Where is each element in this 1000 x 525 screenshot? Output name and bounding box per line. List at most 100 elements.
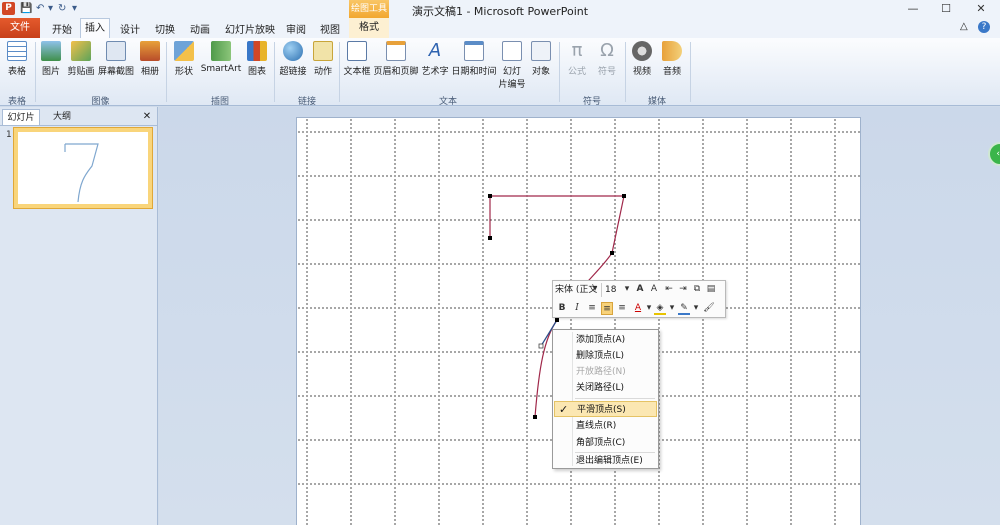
clipart-button[interactable]: 剪贴画 [66,41,96,77]
undo-dropdown-icon[interactable]: ▾ [48,3,53,14]
menu-item-corner-point[interactable]: 角部顶点(C) [554,435,657,451]
menu-item-smooth-point[interactable]: ✓ 平滑顶点(S) [554,401,657,417]
menu-item-straight-point[interactable]: 直线点(R) [554,418,657,434]
vertex-point[interactable] [488,236,492,240]
selected-vertex-point[interactable] [555,318,559,322]
window-title: 演示文稿1 - Microsoft PowerPoint [411,5,589,18]
tangent-handle[interactable] [538,343,544,349]
menu-item-exit-edit-points[interactable]: 退出编辑顶点(E) [554,453,657,469]
equation-button[interactable]: π 公式 [563,41,591,78]
help-icon[interactable]: ? [978,21,990,33]
align-center-icon[interactable]: ≡ [601,302,613,315]
tab-animations[interactable]: 动画 [190,21,210,36]
clipart-icon [71,41,91,61]
font-dropdown-icon[interactable]: ▾ [589,283,601,296]
line-color-icon[interactable]: ✎ [678,302,690,315]
ribbon-insert: 表格 表格 图片 剪贴画 屏幕截图 相册 图像 形状 SmartArt 图表 插… [0,38,1000,107]
align-right-icon[interactable]: ≡ [616,302,628,315]
slide-thumbnail-number: 1 [6,130,12,140]
increase-indent-icon[interactable]: ⇥ [677,283,689,296]
picture-button[interactable]: 图片 [38,41,64,77]
wordart-button[interactable]: A 艺术字 [420,40,450,78]
action-button[interactable]: 动作 [310,41,336,77]
object-icon [531,41,551,61]
tab-transitions[interactable]: 切换 [155,21,175,36]
group-label-media: 媒体 [647,97,666,107]
tab-format[interactable]: 格式 [349,18,389,38]
tab-view[interactable]: 视图 [320,21,340,36]
bold-button[interactable]: B [556,302,568,315]
ribbon-tab-row: 文件 开始 插入 设计 切换 动画 幻灯片放映 审阅 视图 格式 △ ? [0,18,1000,39]
vertex-point[interactable] [622,194,626,198]
copy-format-icon[interactable]: ⧉ [691,283,703,296]
tab-slides[interactable]: 幻灯片 [2,109,40,125]
table-button[interactable]: 表格 [4,41,30,77]
header-footer-button[interactable]: 页眉和页脚 [373,41,419,77]
shrink-font-icon[interactable]: A [648,283,660,296]
thumbnail-shape [64,143,99,203]
undo-icon[interactable]: ↶ [36,3,44,14]
fill-color-dropdown-icon[interactable]: ▾ [666,302,678,315]
menu-item-open-path[interactable]: 开放路径(N) [554,364,657,380]
symbol-button[interactable]: Ω 符号 [593,41,621,78]
maximize-button[interactable]: ☐ [939,2,953,15]
shapes-button[interactable]: 形状 [170,41,198,77]
customize-qat-icon[interactable]: ▾ [72,3,77,14]
fill-color-icon[interactable]: ◈ [654,302,666,315]
photo-album-icon [140,41,160,61]
group-label-table: 表格 [7,97,26,107]
photo-album-button[interactable]: 相册 [137,41,163,77]
screenshot-button[interactable]: 屏幕截图 [97,41,135,77]
redo-icon[interactable]: ↻ [58,3,66,14]
decrease-indent-icon[interactable]: ⇤ [663,283,675,296]
menu-item-add-point[interactable]: 添加顶点(A) [554,332,657,348]
drawing-tools-tab-group: 绘图工具 [349,0,389,18]
powerpoint-app-icon[interactable]: P [2,2,15,15]
font-size-dropdown-icon[interactable]: ▾ [621,283,633,296]
save-icon[interactable]: 💾 [20,3,32,14]
panel-divider [0,125,157,126]
chart-button[interactable]: 图表 [244,41,270,77]
slide-number-icon [502,41,522,61]
smartart-icon [211,41,231,61]
vertex-point[interactable] [610,251,614,255]
audio-button[interactable]: 音频 [659,41,685,77]
close-button[interactable]: ✕ [974,2,988,15]
minimize-ribbon-icon[interactable]: △ [960,21,968,32]
format-painter-icon[interactable]: 🖌 [703,302,715,315]
tab-design[interactable]: 设计 [120,21,140,36]
object-button[interactable]: 对象 [528,41,554,77]
group-label-images: 图像 [91,97,110,107]
wordart-icon: A [428,40,442,61]
video-button[interactable]: 视频 [629,41,655,77]
align-left-icon[interactable]: ≡ [586,302,598,315]
paste-icon[interactable]: ▤ [705,283,717,296]
line-color-dropdown-icon[interactable]: ▾ [690,302,702,315]
slide-thumbnail[interactable] [13,127,153,209]
textbox-button[interactable]: 文本框 [342,41,372,77]
menu-item-close-path[interactable]: 关闭路径(L) [554,380,657,396]
smartart-button[interactable]: SmartArt [200,41,242,74]
group-separator [559,42,560,102]
group-separator [625,42,626,102]
tab-insert[interactable]: 插入 [80,18,110,39]
action-star-icon [313,41,333,61]
minimize-button[interactable]: — [906,2,920,15]
group-label-text: 文本 [438,97,457,107]
close-panel-icon[interactable]: ✕ [140,109,154,125]
tab-review[interactable]: 审阅 [286,21,306,36]
tab-outline[interactable]: 大纲 [44,109,80,125]
date-time-button[interactable]: 日期和时间 [451,41,497,77]
vertex-point[interactable] [488,194,492,198]
grow-font-icon[interactable]: A [634,283,646,296]
menu-item-delete-point[interactable]: 删除顶点(L) [554,348,657,364]
edit-points-context-menu: 添加顶点(A) 删除顶点(L) 开放路径(N) 关闭路径(L) ✓ 平滑顶点(S… [552,329,659,469]
hyperlink-button[interactable]: 超链接 [278,41,308,77]
vertex-point[interactable] [533,415,537,419]
tab-slideshow[interactable]: 幻灯片放映 [225,21,275,36]
slide-number-button[interactable]: 幻灯 片编号 [498,41,526,90]
title-bar: P 💾 ↶ ▾ ↻ ▾ 绘图工具 演示文稿1 - Microsoft Power… [0,0,1000,18]
tab-home[interactable]: 开始 [52,21,72,36]
tab-file[interactable]: 文件 [0,18,40,38]
italic-button[interactable]: I [571,302,583,315]
